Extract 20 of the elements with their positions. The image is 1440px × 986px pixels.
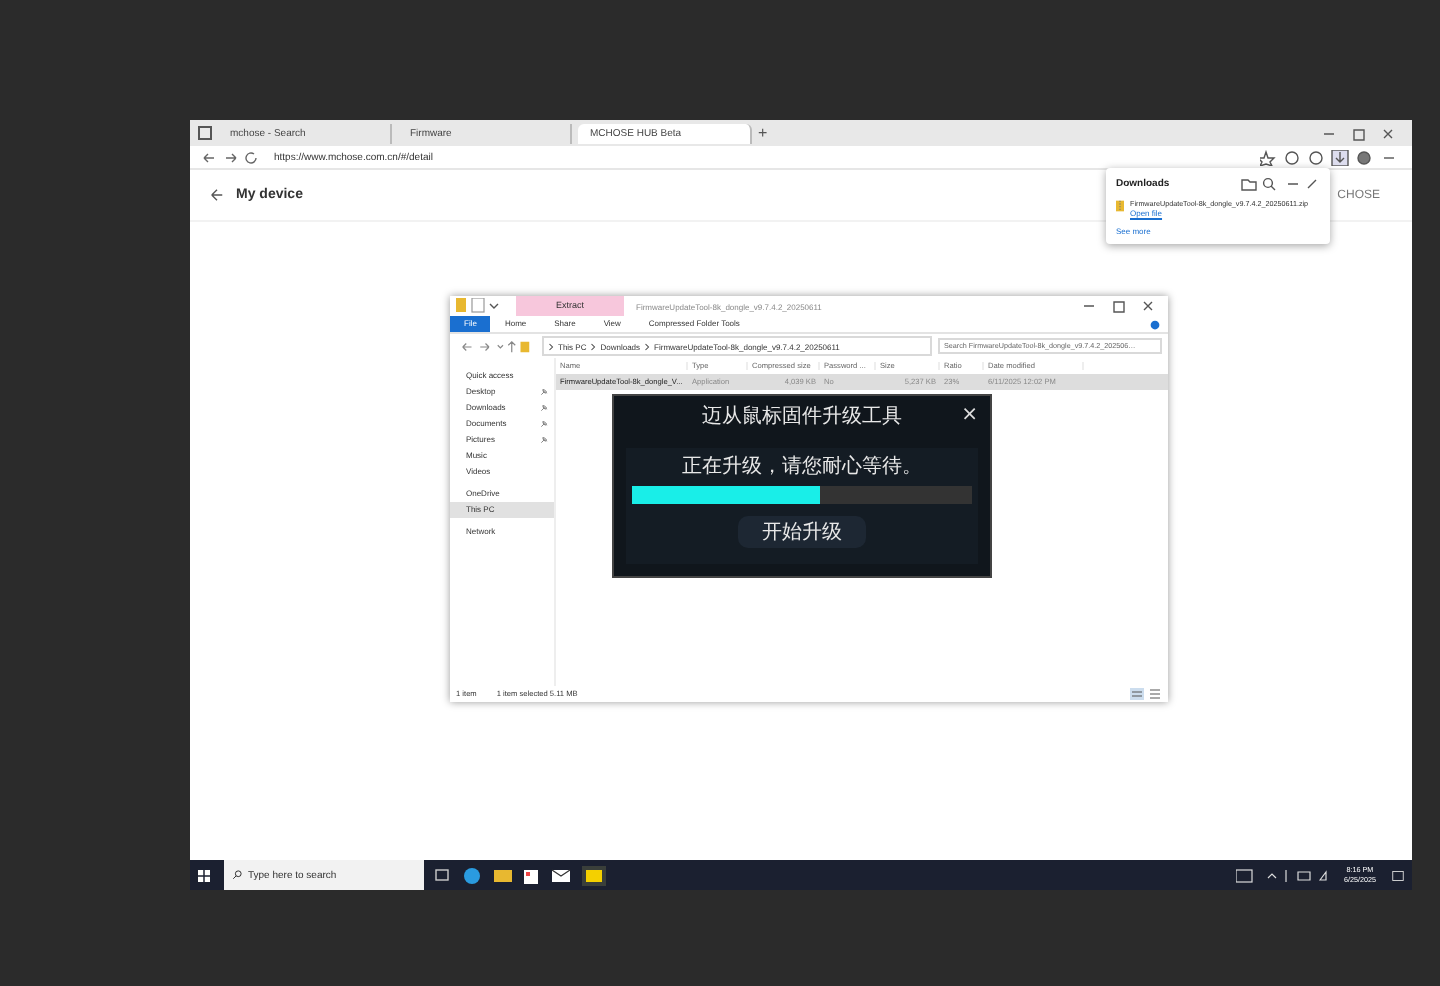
back-arrow-icon[interactable] — [210, 188, 224, 202]
dialog-title: 迈从鼠标固件升级工具 — [702, 403, 902, 430]
notification-icon[interactable] — [1392, 869, 1404, 881]
view-toggle-icon[interactable] — [1130, 688, 1162, 700]
start-upgrade-button[interactable]: 开始升级 — [738, 516, 866, 548]
toolbar-icon[interactable] — [1260, 149, 1400, 165]
start-icon[interactable] — [198, 869, 210, 881]
search-icon — [232, 870, 242, 880]
close-button[interactable]: × — [961, 404, 978, 426]
chevron-icon — [590, 341, 597, 351]
panel-actions-icon[interactable] — [1240, 176, 1320, 192]
chevron-icon — [644, 341, 651, 351]
tab-actions-icon[interactable] — [198, 126, 212, 140]
zip-file-icon — [1116, 200, 1124, 212]
chevron-icon — [548, 341, 554, 351]
new-tab-button[interactable]: + — [758, 124, 768, 142]
navigation-icon[interactable] — [202, 149, 262, 165]
status-message: 正在升级，请您耐心等待。 — [682, 453, 922, 480]
taskbar-apps-icon[interactable] — [432, 865, 612, 885]
help-icon[interactable] — [1150, 319, 1160, 329]
